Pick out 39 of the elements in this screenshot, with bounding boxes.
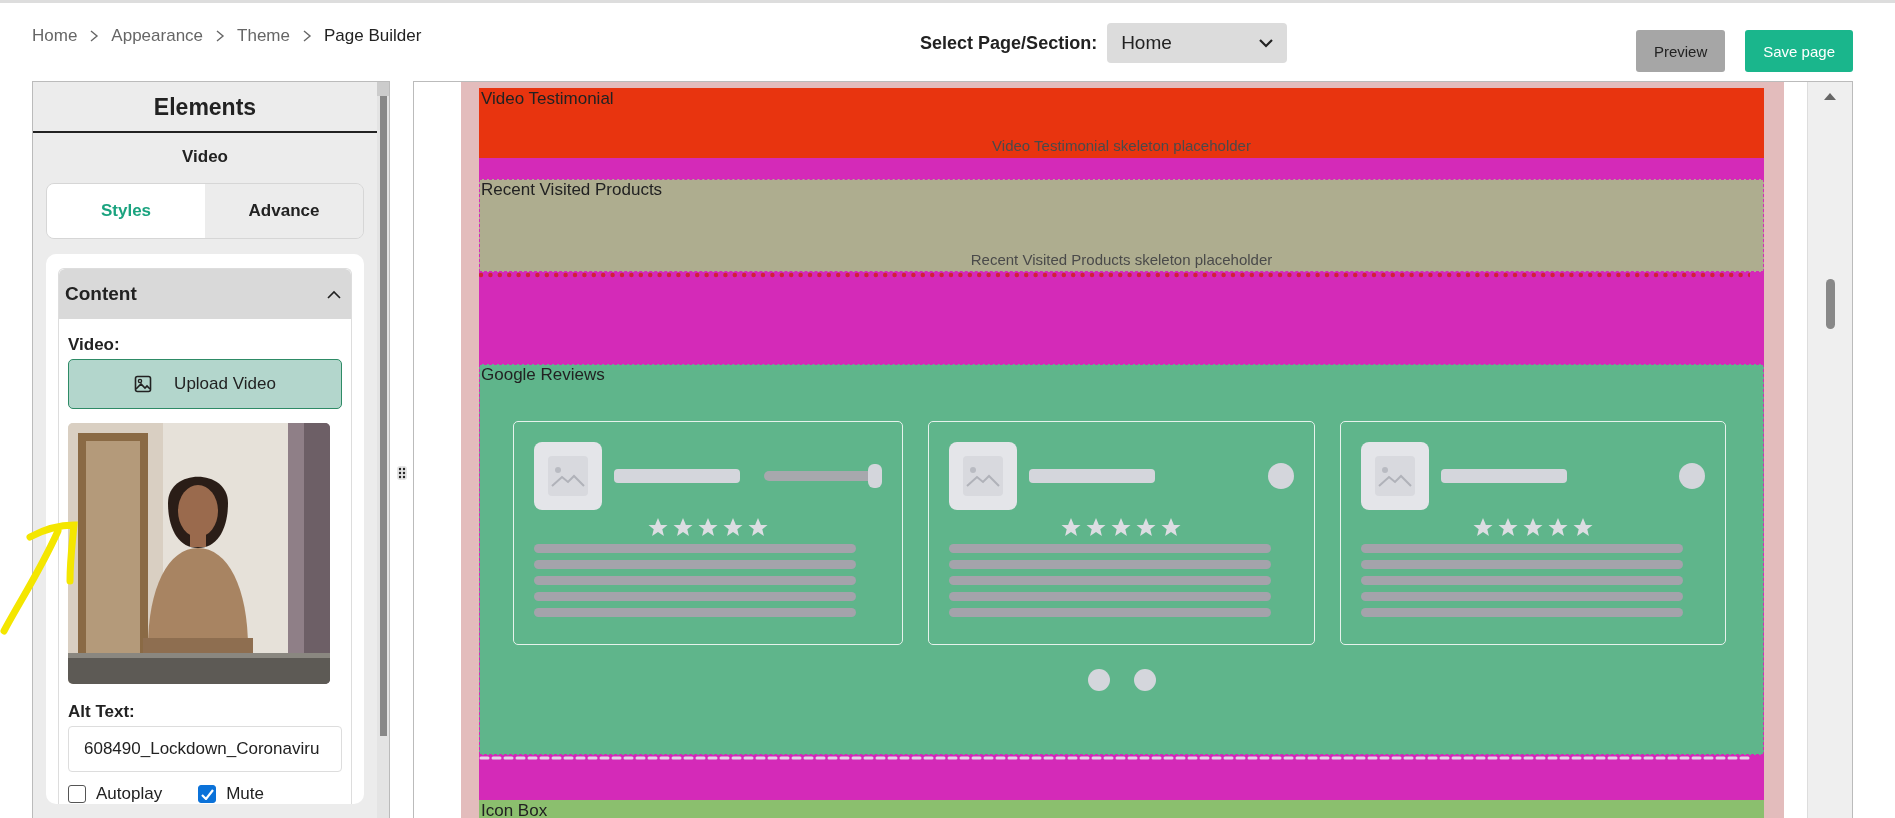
chevron-icon [327,289,341,299]
scrollbar-thumb[interactable] [1825,279,1835,329]
placeholder-text: Recent Visited Products skeleton placeholder [969,251,1274,270]
pager-dot[interactable] [1133,669,1156,691]
section-title: Video Testimonial [480,88,615,109]
circle-skeleton-icon [1267,463,1294,489]
image-icon [134,375,153,393]
section-title: Icon Box [480,800,549,818]
section-title: Google Reviews [480,364,606,385]
chevron-icon [89,30,100,42]
breadcrumb-link[interactable]: Home [32,26,78,46]
breadcrumb-link[interactable]: Appearance [111,26,204,46]
pager-dot[interactable] [1087,669,1110,691]
page-select[interactable]: Home [1107,23,1288,63]
circle-skeleton-icon [1679,463,1705,489]
upload-button[interactable]: Upload Video [68,359,342,409]
chevron-icon [215,30,226,42]
scroll-up-icon[interactable] [1824,92,1836,101]
field-label: Alt Text: [68,702,136,722]
scrollbar-thumb[interactable] [380,96,387,736]
chevron-icon [301,30,312,42]
select-label: Select Page/Section: [920,32,1098,54]
checkbox-label: Autoplay [96,784,163,804]
breadcrumb-link[interactable]: Theme [237,26,290,46]
checkbox[interactable] [68,785,86,803]
preview-button[interactable]: Preview [1635,30,1726,72]
checkbox-label: Mute [226,784,264,804]
accordion-header[interactable]: Content [59,269,351,319]
placeholder-text: Video Testimonial skeleton placeholder [991,137,1252,156]
caret-icon [1259,38,1274,48]
element-name: Video [181,146,229,168]
image-placeholder-icon [534,442,602,510]
alt-text-field[interactable]: 608490_Lockdown_Coronaviru [68,726,342,772]
drag-handle-icon[interactable] [396,466,407,480]
field-label: Video: [68,335,121,355]
image-placeholder-icon [949,442,1017,510]
checkbox[interactable] [198,785,217,803]
image-placeholder-icon [1360,442,1429,510]
section-title: Recent Visited Products [480,179,664,200]
